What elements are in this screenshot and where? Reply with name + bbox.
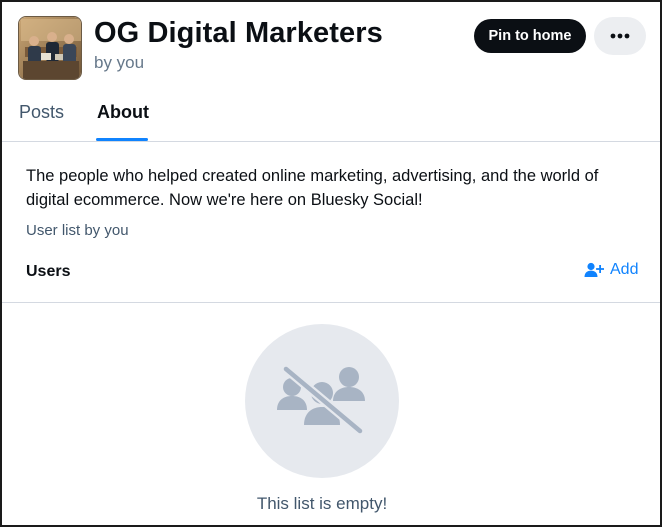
tab-bar: Posts About [2, 94, 660, 142]
empty-state-badge [245, 324, 399, 478]
list-avatar[interactable] [18, 16, 82, 80]
no-users-icon [277, 364, 365, 436]
list-meta-link[interactable]: User list by you [26, 222, 129, 239]
empty-state-message: This list is empty! [256, 494, 388, 513]
tabs-divider [2, 141, 660, 142]
list-header: OG Digital Marketers by you Pin to home [2, 2, 660, 94]
users-section-heading: Users [26, 263, 71, 280]
list-description: The people who helped created online mar… [26, 167, 599, 209]
users-divider [2, 302, 660, 303]
list-avatar-image [19, 17, 81, 79]
add-user-label: Add [610, 261, 639, 278]
add-user-button[interactable]: Add [584, 261, 638, 279]
pin-to-home-button[interactable]: Pin to home [474, 19, 586, 53]
list-byline: by you [94, 53, 145, 72]
add-user-icon [584, 262, 604, 277]
tab-posts[interactable]: Posts [19, 102, 64, 133]
more-options-button[interactable] [594, 17, 646, 55]
list-title: OG Digital Marketers [94, 17, 383, 49]
more-options-icon [610, 33, 630, 39]
tab-about[interactable]: About [97, 102, 149, 133]
list-page: OG Digital Marketers by you Pin to home … [0, 0, 662, 527]
